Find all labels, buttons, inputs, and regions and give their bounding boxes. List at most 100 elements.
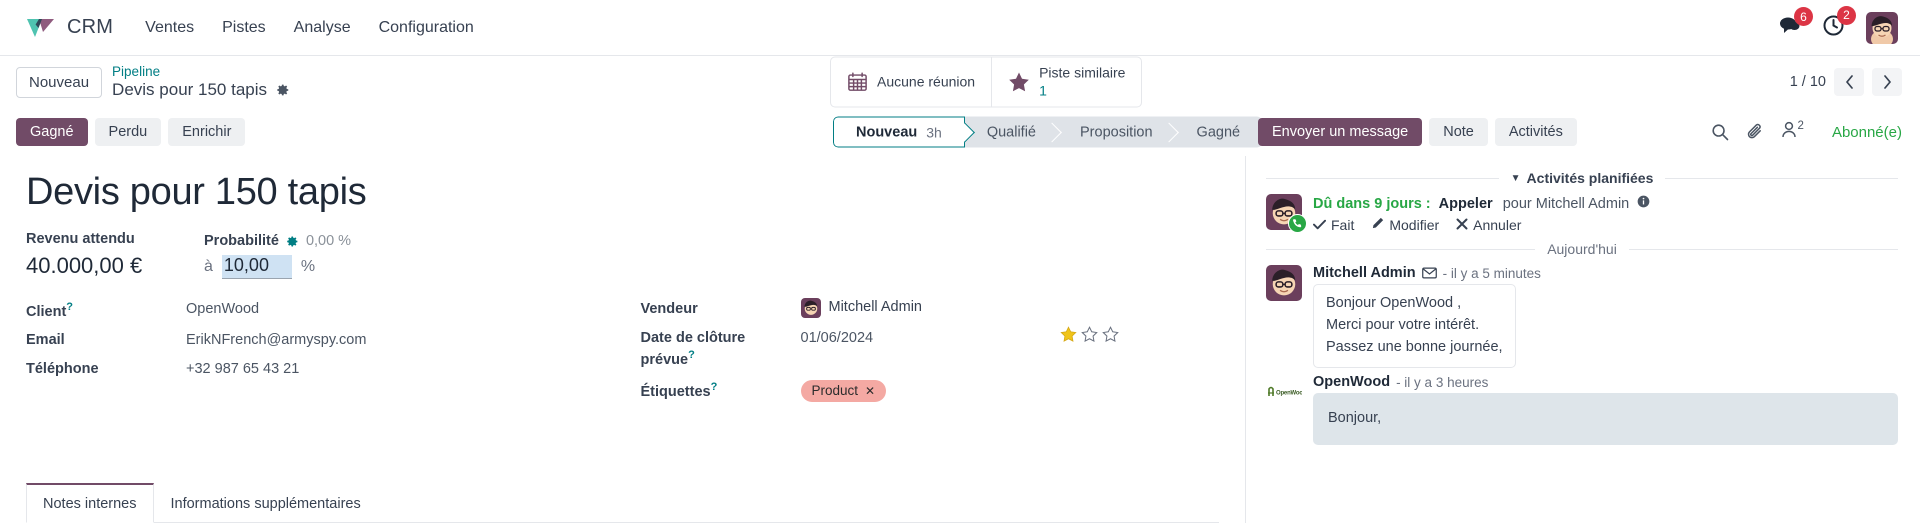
tag-product[interactable]: Product ✕ xyxy=(800,379,887,402)
field-value-expected-closing[interactable]: 01/06/2024 xyxy=(801,326,874,349)
planned-activities-header[interactable]: ▼ Activités planifiées xyxy=(1511,170,1654,186)
field-value-phone[interactable]: +32 987 65 43 21 xyxy=(186,357,299,380)
mark-lost-button[interactable]: Perdu xyxy=(94,118,162,146)
pager-next-button[interactable] xyxy=(1872,68,1902,96)
stage-gagne[interactable]: Gagné xyxy=(1175,117,1263,148)
brand-block[interactable]: CRM xyxy=(26,15,113,41)
star-empty-icon[interactable] xyxy=(1102,325,1119,348)
navbar-menu: Ventes Pistes Analyse Configuration xyxy=(131,13,488,43)
notebook: Notes internes Informations supplémentai… xyxy=(26,482,1219,523)
mark-won-button[interactable]: Gagné xyxy=(16,118,88,146)
probability-label-row: Probabilité 0,00 % xyxy=(204,233,351,249)
field-value-email[interactable]: ErikNFrench@armyspy.com xyxy=(186,328,366,351)
chatter-pane: ▼ Activités planifiées Dû dans 9 jours:… xyxy=(1246,156,1920,523)
openwood-logo-icon: OpenWood xyxy=(1266,374,1302,410)
messages-badge: 6 xyxy=(1794,7,1813,26)
enrich-button[interactable]: Enrichir xyxy=(168,118,246,146)
tab-internal-notes[interactable]: Notes internes xyxy=(26,483,154,523)
nav-item-ventes[interactable]: Ventes xyxy=(131,13,208,43)
nav-item-analyse[interactable]: Analyse xyxy=(280,13,365,43)
activity-avatar-wrap xyxy=(1266,194,1307,233)
help-icon[interactable]: ? xyxy=(711,381,718,393)
pipeline-statusbar: Nouveau 3h Qualifié Proposition Gagné xyxy=(833,116,1263,148)
activities-button[interactable]: 2 xyxy=(1823,5,1856,41)
search-icon[interactable] xyxy=(1711,123,1729,141)
nav-item-configuration[interactable]: Configuration xyxy=(365,13,488,43)
odoo-logo-icon xyxy=(26,15,56,41)
star-filled-icon[interactable] xyxy=(1060,325,1077,348)
phone-icon xyxy=(1288,214,1307,233)
expected-revenue-value[interactable]: 40.000,00 € xyxy=(26,253,204,279)
help-icon[interactable]: ? xyxy=(66,301,73,313)
activity-body: Dû dans 9 jours : Appeler pour Mitchell … xyxy=(1313,194,1650,233)
stage-nouveau-duration: 3h xyxy=(926,124,942,140)
gear-icon[interactable] xyxy=(286,235,299,248)
divider-line xyxy=(1665,177,1899,179)
send-message-button[interactable]: Envoyer un message xyxy=(1258,118,1423,146)
log-note-button[interactable]: Note xyxy=(1429,118,1488,146)
gear-icon[interactable] xyxy=(276,83,290,97)
caret-down-icon: ▼ xyxy=(1510,172,1521,184)
field-value-client[interactable]: OpenWood xyxy=(186,297,259,320)
control-panel-action-row: Gagné Perdu Enrichir Nouveau 3h Qualifié… xyxy=(0,108,1920,156)
new-record-button[interactable]: Nouveau xyxy=(16,66,103,98)
stat-label-meetings: Aucune réunion xyxy=(877,73,976,90)
field-label-salesperson: Vendeur xyxy=(640,301,698,318)
activity-cancel-button[interactable]: Annuler xyxy=(1456,217,1521,233)
divider-line xyxy=(1266,248,1536,250)
messages-button[interactable]: 6 xyxy=(1779,7,1813,39)
divider-line xyxy=(1266,177,1499,179)
stage-qualifie[interactable]: Qualifié xyxy=(965,117,1058,148)
message-body: Mitchell Admin - il y a 5 minutes Bonjou… xyxy=(1313,265,1898,369)
stage-nouveau[interactable]: Nouveau 3h xyxy=(833,116,965,148)
field-value-salesperson[interactable]: Mitchell Admin xyxy=(800,297,922,319)
pager-previous-button[interactable] xyxy=(1834,68,1864,96)
message-content: Bonjour OpenWood , Merci pour votre inté… xyxy=(1313,284,1516,369)
field-row-salesperson: Vendeur Mitchell Admin xyxy=(641,297,1220,320)
nav-item-pistes[interactable]: Pistes xyxy=(208,13,280,43)
star-icon xyxy=(1008,72,1030,93)
stat-button-similar-leads[interactable]: Piste similaire 1 xyxy=(991,57,1141,107)
navbar-right: 6 2 xyxy=(1779,5,1902,44)
tab-extra-information[interactable]: Informations supplémentaires xyxy=(154,483,378,523)
message-body: OpenWood - il y a 3 heures Bonjour, xyxy=(1313,374,1898,446)
breadcrumb-current-wrap: Devis pour 150 tapis xyxy=(112,80,290,100)
stage-proposition[interactable]: Proposition xyxy=(1058,117,1175,148)
followers-button[interactable]: 2 xyxy=(1781,120,1804,143)
probability-block: Probabilité 0,00 % à % xyxy=(204,233,351,280)
field-group: Client? OpenWood Email ErikNFrench@armys… xyxy=(26,297,1219,408)
star-empty-icon[interactable] xyxy=(1081,325,1098,348)
stat-button-meetings[interactable]: Aucune réunion xyxy=(831,58,991,107)
user-avatar xyxy=(1266,265,1302,302)
field-label-expected-closing: Date de clôture prévue? xyxy=(641,326,801,371)
calendar-icon xyxy=(847,72,868,93)
help-icon[interactable]: ? xyxy=(688,349,695,361)
probability-input[interactable] xyxy=(221,255,292,280)
avatar[interactable] xyxy=(1866,11,1898,44)
field-row-tags: Étiquettes? Product ✕ xyxy=(641,377,1220,402)
info-icon[interactable] xyxy=(1637,195,1650,211)
stage-qualifie-label: Qualifié xyxy=(986,124,1036,140)
message-author: Mitchell Admin xyxy=(1313,265,1416,282)
field-value-tags[interactable]: Product ✕ xyxy=(800,377,887,402)
svg-text:OpenWood: OpenWood xyxy=(1276,391,1302,397)
probability-unit: % xyxy=(300,258,316,276)
close-icon[interactable]: ✕ xyxy=(865,383,875,399)
priority-stars[interactable] xyxy=(1060,325,1119,348)
field-row-expected-closing: Date de clôture prévue? 01/06/2024 xyxy=(641,325,1220,371)
page-title[interactable]: Devis pour 150 tapis xyxy=(26,171,1219,213)
breadcrumb: Pipeline Devis pour 150 tapis xyxy=(112,64,290,99)
field-column-left: Client? OpenWood Email ErikNFrench@armys… xyxy=(26,297,623,408)
pager: 1 / 10 xyxy=(1790,68,1902,96)
user-avatar-icon xyxy=(800,298,821,319)
activity-edit-button[interactable]: Modifier xyxy=(1371,217,1439,233)
activity-done-button[interactable]: Fait xyxy=(1313,217,1354,233)
following-status[interactable]: Abonné(e) xyxy=(1832,124,1902,141)
paperclip-icon[interactable] xyxy=(1746,123,1764,141)
breadcrumb-parent[interactable]: Pipeline xyxy=(112,64,290,80)
activity-done-label: Fait xyxy=(1331,217,1355,234)
control-panel-breadcrumb-row: Nouveau Pipeline Devis pour 150 tapis Au xyxy=(0,56,1920,108)
schedule-activity-button[interactable]: Activités xyxy=(1494,118,1577,146)
field-text-salesperson: Mitchell Admin xyxy=(828,299,922,316)
activity-item: Dû dans 9 jours : Appeler pour Mitchell … xyxy=(1266,194,1898,233)
